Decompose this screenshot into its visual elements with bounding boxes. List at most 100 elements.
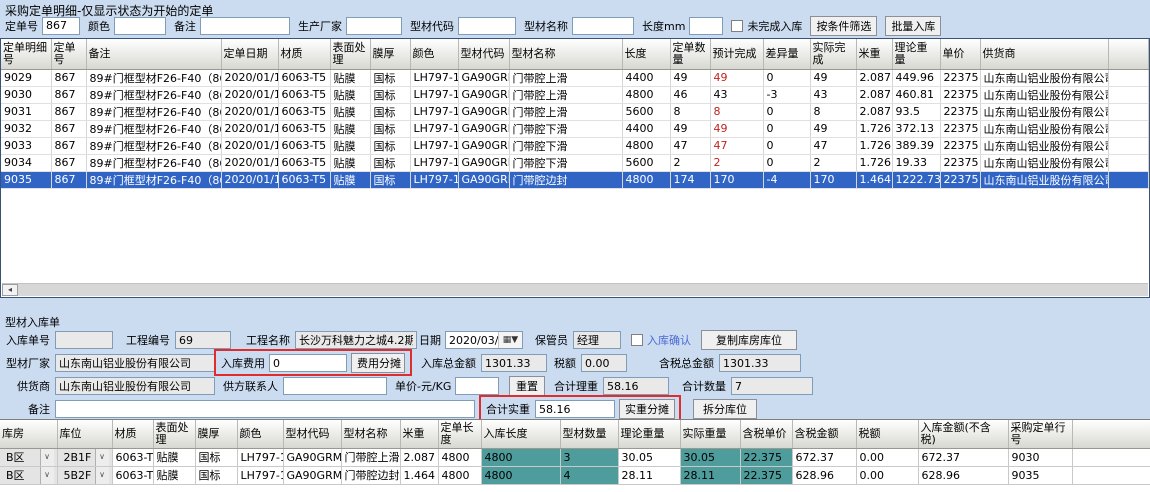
tax-incl-total-input[interactable] xyxy=(719,354,801,372)
column-header[interactable]: 含税金额 xyxy=(792,420,856,448)
order-row[interactable]: 903586789#门框型材F26-F40（866+867）2020/01/13… xyxy=(1,171,1148,188)
column-header[interactable]: 实际完成 xyxy=(810,39,856,69)
column-header[interactable]: 膜厚 xyxy=(370,39,410,69)
column-header[interactable]: 供货商 xyxy=(980,39,1108,69)
copy-warehouse-location-button[interactable]: 复制库房库位 xyxy=(701,330,797,350)
tax-amount-input[interactable] xyxy=(581,354,627,372)
column-header[interactable]: 材质 xyxy=(112,420,153,448)
inbound-fee-input[interactable] xyxy=(269,354,347,372)
project-name-input[interactable] xyxy=(295,331,417,349)
inbound-total-amount-input[interactable] xyxy=(481,354,547,372)
warehouse-select[interactable]: B区∨ xyxy=(0,448,57,466)
column-header[interactable]: 型材数量 xyxy=(560,420,618,448)
column-header[interactable]: 米重 xyxy=(400,420,438,448)
column-header[interactable]: 实际重量 xyxy=(680,420,740,448)
column-header[interactable]: 入库金额(不含税) xyxy=(918,420,1008,448)
column-header[interactable]: 型材代码 xyxy=(458,39,509,69)
fee-allocate-button[interactable]: 费用分摊 xyxy=(351,353,405,373)
project-no-input[interactable] xyxy=(175,331,231,349)
column-header[interactable]: 采购定单行号 xyxy=(1008,420,1072,448)
filter-input-order-no[interactable] xyxy=(42,17,80,35)
column-header[interactable]: 单价 xyxy=(940,39,980,69)
form-row-3: 供货商供方联系人单价-元/KG重置合计理重合计数量 xyxy=(5,375,813,397)
chevron-down-icon[interactable]: ∨ xyxy=(95,467,109,484)
column-header[interactable]: 差异量 xyxy=(763,39,810,69)
stock-row[interactable]: B区∨5B2F∨6063-T5贴膜国标LH797-1LL0GA90GRM05门带… xyxy=(0,466,1150,484)
column-header[interactable]: 定单数量 xyxy=(670,39,710,69)
unit-price-input[interactable] xyxy=(455,377,499,395)
weight-allocate-button[interactable]: 实重分摊 xyxy=(619,399,675,419)
location-select[interactable]: 5B2F∨ xyxy=(57,466,112,484)
warehouse-select[interactable]: B区∨ xyxy=(0,466,57,484)
split-location-button[interactable]: 拆分库位 xyxy=(693,399,757,419)
column-header[interactable]: 库位 xyxy=(57,420,112,448)
batch-inbound-button[interactable]: 批量入库 xyxy=(885,16,941,36)
label-inbound-fee: 入库费用 xyxy=(221,355,269,371)
filter-input-length-mm[interactable] xyxy=(689,17,723,35)
reset-button[interactable]: 重置 xyxy=(509,376,545,396)
filter-input-profile-code[interactable] xyxy=(458,17,516,35)
total-actual-weight-input[interactable] xyxy=(535,400,615,418)
cell: 4800 xyxy=(622,137,670,154)
supplier-input[interactable] xyxy=(55,377,215,395)
calendar-icon[interactable]: ▦▼ xyxy=(498,332,522,348)
unfinished-checkbox[interactable] xyxy=(731,20,743,32)
chevron-down-icon[interactable]: ∨ xyxy=(40,467,54,484)
column-header[interactable]: 型材名称 xyxy=(341,420,400,448)
cell: 8 xyxy=(670,103,710,120)
order-row[interactable]: 902986789#门框型材F26-F40（866+867）2020/01/13… xyxy=(1,69,1148,86)
column-header[interactable]: 入库长度 xyxy=(481,420,560,448)
order-row[interactable]: 903186789#门框型材F26-F40（866+867）2020/01/13… xyxy=(1,103,1148,120)
column-header[interactable]: 定单日期 xyxy=(221,39,278,69)
profile-factory-input[interactable] xyxy=(55,354,215,372)
column-header[interactable]: 颜色 xyxy=(410,39,458,69)
column-header[interactable]: 米重 xyxy=(856,39,892,69)
chevron-down-icon[interactable]: ∨ xyxy=(40,449,54,466)
column-header[interactable]: 税额 xyxy=(856,420,918,448)
filter-input-manufacturer[interactable] xyxy=(346,17,402,35)
cell: 门带腔下滑 xyxy=(509,137,622,154)
filter-by-condition-button[interactable]: 按条件筛选 xyxy=(810,16,877,36)
order-row[interactable]: 903086789#门框型材F26-F40（866+867）2020/01/13… xyxy=(1,86,1148,103)
column-header[interactable]: 材质 xyxy=(278,39,330,69)
inbound-confirm-checkbox[interactable] xyxy=(631,334,643,346)
total-theory-weight-input[interactable] xyxy=(603,377,669,395)
column-header[interactable]: 型材名称 xyxy=(509,39,622,69)
scrollbar-track[interactable] xyxy=(18,284,1148,296)
cell: LH797-1LL0 xyxy=(410,69,458,86)
column-header[interactable]: 表面处理 xyxy=(153,420,195,448)
order-row[interactable]: 903286789#门框型材F26-F40（866+867）2020/01/13… xyxy=(1,120,1148,137)
filter-input-color[interactable] xyxy=(114,17,166,35)
location-select[interactable]: 2B1F∨ xyxy=(57,448,112,466)
filter-input-remark[interactable] xyxy=(200,17,290,35)
total-qty-input[interactable] xyxy=(731,377,813,395)
remark-input[interactable] xyxy=(55,400,475,418)
supplier-contact-input[interactable] xyxy=(283,377,387,395)
column-header[interactable]: 理论重量 xyxy=(892,39,940,69)
column-header[interactable]: 长度 xyxy=(622,39,670,69)
column-header[interactable]: 库房 xyxy=(0,420,57,448)
inbound-no-input[interactable] xyxy=(55,331,113,349)
cell: 6063-T5 xyxy=(278,86,330,103)
horizontal-scrollbar[interactable]: ◂ xyxy=(2,283,1148,296)
column-header[interactable]: 膜厚 xyxy=(195,420,237,448)
column-header[interactable]: 预计完成 xyxy=(710,39,763,69)
order-row[interactable]: 903386789#门框型材F26-F40（866+867）2020/01/13… xyxy=(1,137,1148,154)
stock-row[interactable]: B区∨2B1F∨6063-T5贴膜国标LH797-1LL0GA90GRM03门带… xyxy=(0,448,1150,466)
cell: 2.087 xyxy=(856,103,892,120)
column-header[interactable]: 颜色 xyxy=(237,420,283,448)
chevron-down-icon[interactable]: ∨ xyxy=(95,449,109,466)
column-header[interactable]: 定单明细号 xyxy=(1,39,51,69)
column-header[interactable]: 定单长度 xyxy=(438,420,481,448)
column-header[interactable]: 理论重量 xyxy=(618,420,680,448)
date-input[interactable]: 2020/03/31▦▼ xyxy=(445,331,523,349)
column-header[interactable]: 定单号 xyxy=(51,39,86,69)
column-header[interactable]: 型材代码 xyxy=(283,420,341,448)
order-row[interactable]: 903486789#门框型材F26-F40（866+867）2020/01/13… xyxy=(1,154,1148,171)
filter-input-profile-name[interactable] xyxy=(572,17,634,35)
column-header[interactable]: 含税单价 xyxy=(740,420,792,448)
column-header[interactable]: 表面处理 xyxy=(330,39,370,69)
keeper-input[interactable] xyxy=(573,331,621,349)
column-header[interactable]: 备注 xyxy=(86,39,221,69)
scroll-left-button[interactable]: ◂ xyxy=(2,284,18,296)
